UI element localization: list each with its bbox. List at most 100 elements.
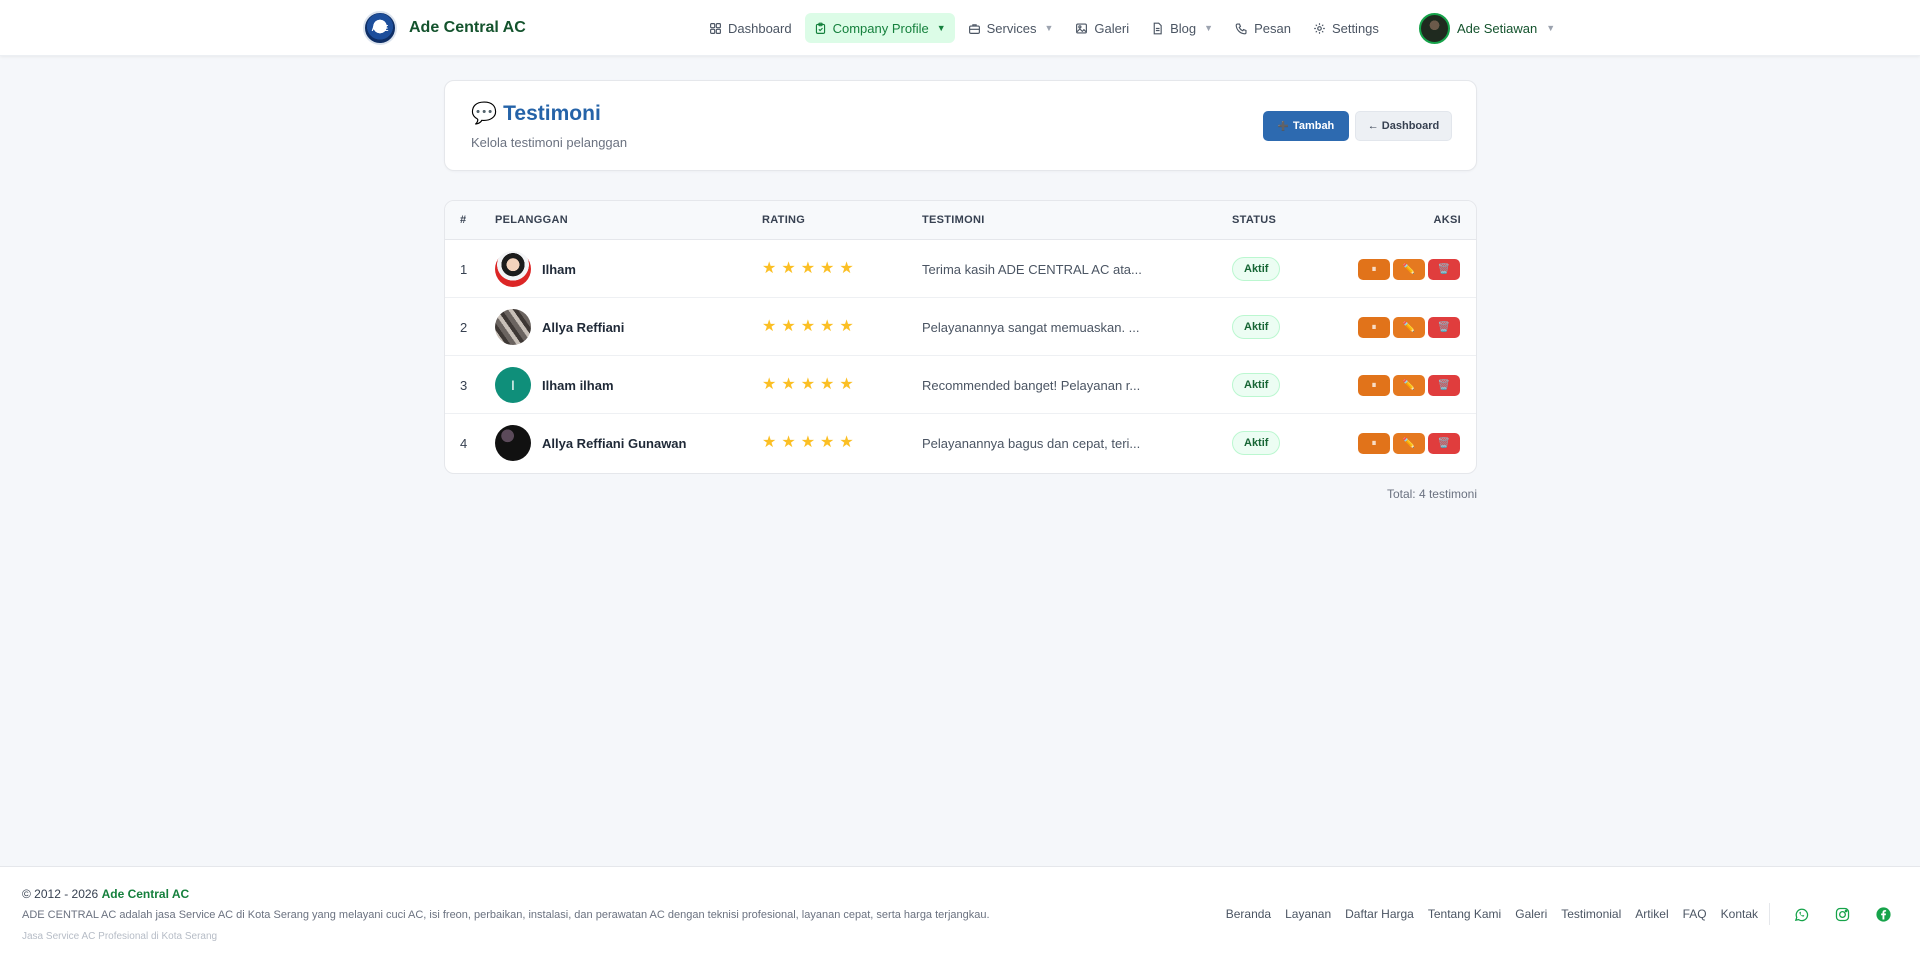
row-number: 3 xyxy=(460,377,468,393)
row-number: 2 xyxy=(460,319,468,335)
customer-avatar: I xyxy=(495,367,531,403)
column-header-status: Status xyxy=(1232,214,1277,226)
footer-link-kontak[interactable]: Kontak xyxy=(1721,907,1758,921)
copyright-brand-link[interactable]: Ade Central AC xyxy=(102,887,190,901)
rating-stars: ★ ★ ★ ★ ★ xyxy=(762,356,854,414)
row-number: 1 xyxy=(460,261,468,277)
customer-cell: I Ilham ilham xyxy=(495,356,614,414)
nav-item-label: Services xyxy=(986,20,1037,36)
table-row: 3 I Ilham ilham ★ ★ ★ ★ ★ Recommended banget… xyxy=(445,356,1476,414)
footer-link-beranda[interactable]: Beranda xyxy=(1226,907,1271,921)
column-header-customer: Pelanggan xyxy=(495,214,568,226)
actions-cell: ⏸ ✏️ 🗑️ xyxy=(1358,414,1460,472)
delete-button[interactable]: 🗑️ xyxy=(1428,258,1460,280)
nav-item-blog[interactable]: Blog ▼ xyxy=(1142,13,1222,43)
testimonial-text: Recommended banget! Pelayanan r... xyxy=(922,377,1141,393)
footer-link-artikel[interactable]: Artikel xyxy=(1635,907,1668,921)
pause-button[interactable]: ⏸ xyxy=(1358,316,1390,338)
nav-item-services[interactable]: Services ▼ xyxy=(959,13,1063,43)
facebook-icon[interactable] xyxy=(1872,903,1894,925)
chevron-down-icon: ▼ xyxy=(936,23,946,33)
customer-avatar xyxy=(495,251,531,287)
page-title-text: Testimoni xyxy=(503,102,601,125)
star-icon: ★ xyxy=(820,434,835,451)
customer-cell: Allya Reffiani xyxy=(495,298,624,356)
customer-avatar xyxy=(495,425,531,461)
column-header-rating: Rating xyxy=(762,214,806,226)
speech-bubble-icon: 💬 xyxy=(471,102,498,125)
footer-link-daftar-harga[interactable]: Daftar Harga xyxy=(1345,907,1414,921)
edit-button[interactable]: ✏️ xyxy=(1393,374,1425,396)
nav-item-label: Dashboard xyxy=(728,20,792,36)
edit-button[interactable]: ✏️ xyxy=(1393,316,1425,338)
status-badge: Aktif xyxy=(1232,431,1281,455)
add-button-label: Tambah xyxy=(1292,120,1335,132)
user-name: Ade Setiawan xyxy=(1457,20,1538,36)
star-icon: ★ xyxy=(820,376,835,393)
brand[interactable]: ADE Ade Central AC xyxy=(363,11,526,45)
column-header-actions: Aksi xyxy=(1433,214,1461,226)
footer: © 2012 - 2026 Ade Central AC ADE CENTRAL… xyxy=(0,866,1920,962)
table-row: 1 Ilham ★ ★ ★ ★ ★ Terima kasih ADE CENTRAL A… xyxy=(445,240,1476,298)
nav-item-label: Blog xyxy=(1170,20,1197,36)
actions-cell: ⏸ ✏️ 🗑️ xyxy=(1358,356,1460,414)
edit-button[interactable]: ✏️ xyxy=(1393,432,1425,454)
status-badge: Aktif xyxy=(1232,257,1281,281)
star-icon: ★ xyxy=(762,376,777,393)
star-icon: ★ xyxy=(820,318,835,335)
footer-description: ADE CENTRAL AC adalah jasa Service AC di… xyxy=(22,909,990,921)
whatsapp-icon[interactable] xyxy=(1790,903,1812,925)
edit-button[interactable]: ✏️ xyxy=(1393,258,1425,280)
testimonial-text: Pelayanannya bagus dan cepat, teri... xyxy=(922,435,1141,451)
star-icon: ★ xyxy=(800,318,816,335)
status-cell: Aktif xyxy=(1232,240,1281,298)
nav-item-label: Galeri xyxy=(1094,20,1130,36)
star-icon: ★ xyxy=(800,376,816,393)
add-testimonial-button[interactable]: ➕ Tambah xyxy=(1263,111,1349,141)
document-icon xyxy=(1153,22,1162,34)
image-icon xyxy=(1076,22,1088,34)
nav-item-galeri[interactable]: Galeri xyxy=(1066,13,1138,43)
star-icon: ★ xyxy=(839,260,854,277)
user-avatar xyxy=(1419,12,1450,44)
user-menu[interactable]: Ade Setiawan ▼ xyxy=(1419,12,1555,44)
status-badge: Aktif xyxy=(1232,373,1281,397)
actions-cell: ⏸ ✏️ 🗑️ xyxy=(1358,298,1460,356)
phone-icon xyxy=(1235,22,1247,34)
testimonial-text: Terima kasih ADE CENTRAL AC ata... xyxy=(922,261,1142,277)
instagram-icon[interactable] xyxy=(1831,903,1853,925)
customer-cell: Ilham xyxy=(495,240,576,298)
footer-link-faq[interactable]: FAQ xyxy=(1683,907,1707,921)
nav-item-company-profile[interactable]: Company Profile ▼ xyxy=(804,13,955,43)
customer-name: Ilham ilham xyxy=(542,377,614,393)
delete-button[interactable]: 🗑️ xyxy=(1428,432,1460,454)
pause-button[interactable]: ⏸ xyxy=(1358,258,1390,280)
star-icon: ★ xyxy=(839,318,854,335)
row-number: 4 xyxy=(460,435,468,451)
nav-item-label: Settings xyxy=(1331,20,1379,36)
nav-item-settings[interactable]: Settings xyxy=(1304,13,1388,43)
status-cell: Aktif xyxy=(1232,298,1281,356)
pause-button[interactable]: ⏸ xyxy=(1358,432,1390,454)
footer-tagline: Jasa Service AC Profesional di Kota Sera… xyxy=(22,931,218,942)
delete-button[interactable]: 🗑️ xyxy=(1428,316,1460,338)
nav-item-pesan[interactable]: Pesan xyxy=(1226,13,1300,43)
footer-link-galeri[interactable]: Galeri xyxy=(1515,907,1547,921)
pause-button[interactable]: ⏸ xyxy=(1358,374,1390,396)
footer-link-layanan[interactable]: Layanan xyxy=(1285,907,1331,921)
customer-name: Allya Reffiani Gunawan xyxy=(542,435,687,451)
customer-cell: Allya Reffiani Gunawan xyxy=(495,414,686,472)
chevron-down-icon: ▼ xyxy=(1204,23,1214,33)
table-header: # Pelanggan Rating Testimoni Status Aksi xyxy=(445,201,1476,240)
rating-stars: ★ ★ ★ ★ ★ xyxy=(762,298,854,356)
status-badge: Aktif xyxy=(1232,315,1281,339)
top-navbar: ADE Ade Central AC Dashboard Company Pro… xyxy=(0,0,1920,56)
nav-item-dashboard[interactable]: Dashboard xyxy=(700,13,801,43)
back-to-dashboard-button[interactable]: ← Dashboard xyxy=(1355,111,1452,141)
footer-link-testimonial[interactable]: Testimonial xyxy=(1561,907,1621,921)
page-title: 💬 Testimoni xyxy=(471,102,601,126)
star-icon: ★ xyxy=(781,434,796,451)
footer-link-tentang-kami[interactable]: Tentang Kami xyxy=(1428,907,1501,921)
delete-button[interactable]: 🗑️ xyxy=(1428,374,1460,396)
star-icon: ★ xyxy=(800,260,816,277)
